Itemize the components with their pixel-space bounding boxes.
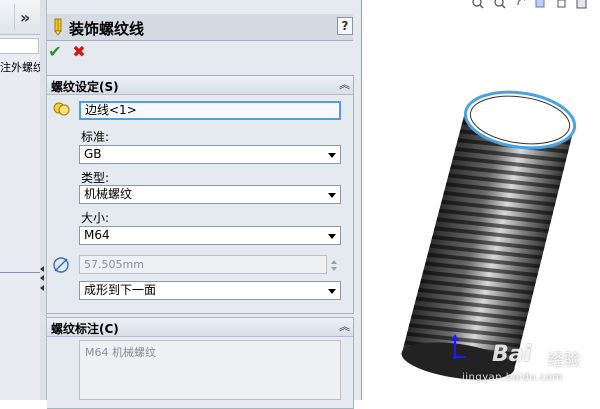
panel-splitter[interactable] <box>40 0 47 400</box>
standard-dropdown[interactable]: GB <box>79 145 341 164</box>
graphics-viewport[interactable]: Bai 经验 jingyan.baidu.com <box>362 0 600 400</box>
thread-callout-header[interactable]: 螺纹标注(C) ︽ <box>47 318 353 337</box>
chevron-down-icon <box>328 153 336 158</box>
thread-callout-section: 螺纹标注(C) ︽ M64 机械螺纹 <box>47 317 354 409</box>
edge-selection-field[interactable]: 边线<1> <box>79 101 341 120</box>
type-dropdown[interactable]: 机械螺纹 <box>79 185 341 204</box>
type-value: 机械螺纹 <box>84 187 133 201</box>
collapse-arrow-icon[interactable] <box>40 275 44 281</box>
standard-value: GB <box>84 147 102 161</box>
section-title: 螺纹标注(C) <box>51 322 119 336</box>
diameter-icon <box>53 257 69 273</box>
chevron-down-icon <box>328 234 336 239</box>
watermark-cn: 经验 <box>548 350 581 369</box>
property-manager-title-bar: 装饰螺纹线 ? <box>47 14 353 41</box>
collapse-arrow-icon[interactable] <box>40 285 44 291</box>
tree-panel-header: » <box>0 0 40 35</box>
thread-settings-section: 螺纹设定(S) ︽ 边线<1> 标准: GB 类型: 机械螺纹 大小: M64 … <box>47 75 354 314</box>
thread-settings-header[interactable]: 螺纹设定(S) ︽ <box>47 76 353 95</box>
edge-selection-icon <box>53 102 70 116</box>
collapse-icon[interactable]: ︽ <box>339 320 350 334</box>
type-label: 类型: <box>81 171 110 185</box>
collapse-arrow-icon[interactable] <box>40 266 44 272</box>
thread-callout-text[interactable]: M64 机械螺纹 <box>79 340 341 400</box>
pencil-icon <box>54 18 62 36</box>
check-icon: ✔ <box>48 42 62 61</box>
page-title: 装饰螺纹线 <box>69 20 145 38</box>
standard-label: 标准: <box>81 130 110 144</box>
chevron-down-icon <box>328 289 336 294</box>
end-condition-value: 成形到下一面 <box>84 283 157 297</box>
tree-item-thread[interactable]: 注外螺纹 <box>0 59 40 75</box>
tree-panel-tab[interactable] <box>0 4 15 30</box>
property-manager: 装饰螺纹线 ? ✔ ✖ 螺纹设定(S) ︽ 边线<1> 标准: GB 类型: 机… <box>47 0 362 409</box>
help-button[interactable]: ? <box>337 17 353 35</box>
end-condition-dropdown[interactable]: 成形到下一面 <box>79 281 341 300</box>
size-value: M64 <box>84 228 110 242</box>
watermark-url: jingyan.baidu.com <box>462 372 563 383</box>
chevron-down-icon <box>328 193 336 198</box>
tree-divider <box>0 272 40 273</box>
size-label: 大小: <box>81 211 110 225</box>
ok-button[interactable]: ✔ <box>47 43 63 61</box>
x-icon: ✖ <box>72 42 86 61</box>
diameter-input[interactable]: 57.505mm <box>79 255 327 274</box>
feature-tree-panel: » 注外螺纹 <box>0 0 41 400</box>
spin-up-icon[interactable] <box>331 260 337 264</box>
watermark-brand: Bai <box>492 342 532 367</box>
collapse-icon[interactable]: ︽ <box>339 78 350 92</box>
section-title: 螺纹设定(S) <box>51 80 119 94</box>
expand-chevron-icon[interactable]: » <box>20 10 30 26</box>
watermark: Bai 经验 jingyan.baidu.com <box>462 338 598 398</box>
size-dropdown[interactable]: M64 <box>79 226 341 245</box>
tree-filter-strip[interactable] <box>0 38 39 54</box>
cancel-button[interactable]: ✖ <box>71 43 87 61</box>
spin-down-icon[interactable] <box>331 267 337 271</box>
